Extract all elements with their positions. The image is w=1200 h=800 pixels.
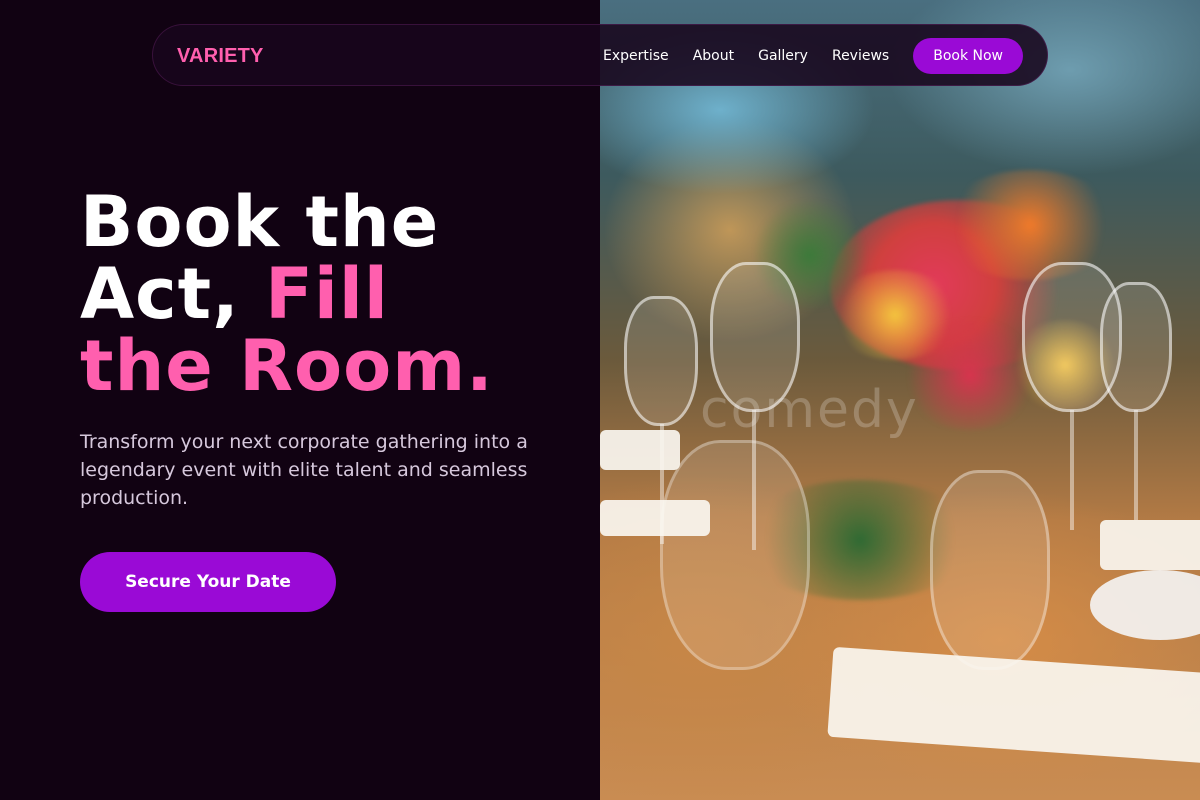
hero-title-line2: Act, bbox=[80, 253, 266, 335]
nav-link-reviews[interactable]: Reviews bbox=[832, 48, 889, 64]
nav-link-expertise[interactable]: Expertise bbox=[603, 48, 669, 64]
hero-subtitle: Transform your next corporate gathering … bbox=[80, 431, 528, 509]
nav-links: Expertise About Gallery Reviews Book Now bbox=[603, 38, 1023, 74]
book-now-button[interactable]: Book Now bbox=[913, 38, 1023, 74]
secure-date-button[interactable]: Secure Your Date bbox=[80, 552, 336, 612]
hero-title-accent-room: the Room. bbox=[80, 325, 494, 407]
hero-title-accent-fill: Fill bbox=[265, 253, 389, 335]
navbar: VARIETY Expertise About Gallery Reviews … bbox=[152, 24, 1048, 86]
photo-watermark: comedy bbox=[700, 380, 919, 440]
page: comedy VARIETY Expertise About Gallery R… bbox=[0, 0, 1200, 800]
nav-link-about[interactable]: About bbox=[693, 48, 734, 64]
brand-logo[interactable]: VARIETY bbox=[177, 25, 264, 87]
nav-link-gallery[interactable]: Gallery bbox=[758, 48, 808, 64]
hero-title-line1: Book the bbox=[80, 181, 440, 263]
hero-title: Book the Act, Fill the Room. bbox=[80, 186, 580, 402]
